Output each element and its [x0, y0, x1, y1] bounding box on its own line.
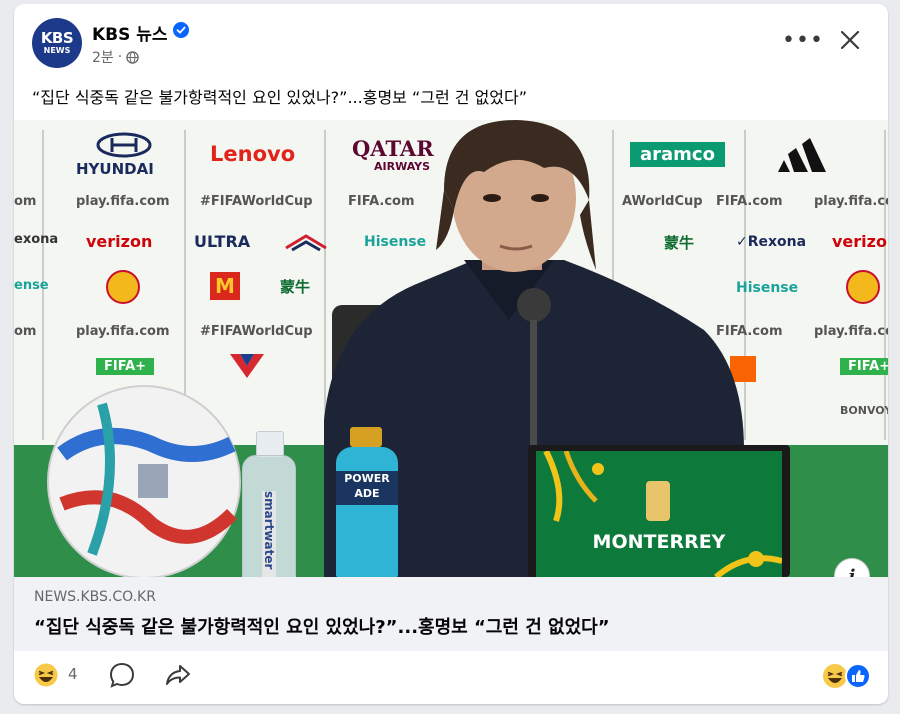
- playfifa-text-2: play.fifa.com: [814, 194, 888, 209]
- laptop-screen: MONTERREY: [536, 451, 782, 577]
- post-text: “집단 식중독 같은 불가항력적인 요인 있었나?”...홍명보 “그런 건 없…: [32, 88, 528, 107]
- avatar[interactable]: KBS NEWS: [32, 18, 82, 68]
- more-options-button[interactable]: •••: [782, 26, 823, 54]
- link-title: “집단 식중독 같은 불가항력적인 요인 있었나?”...홍명보 “그런 건 없…: [34, 617, 610, 638]
- verified-badge-icon: [173, 22, 189, 38]
- water-bottle-label: smartwater: [262, 491, 276, 577]
- link-domain: NEWS.KBS.CO.KR: [34, 589, 156, 605]
- hisense-partial-logo: ense: [14, 278, 49, 293]
- fifa-plus-logo-2: FIFA+: [840, 358, 888, 375]
- verizon-logo-2: verizon: [832, 232, 888, 251]
- lenovo-logo: Lenovo: [210, 142, 296, 166]
- mcdonalds-logo-icon: M: [210, 272, 240, 300]
- laptop-screen-text: MONTERREY: [592, 531, 726, 553]
- bonvoy-logo: BONVOY: [840, 404, 888, 417]
- hisense-logo-2: Hisense: [736, 280, 799, 296]
- om-text-2: om: [14, 324, 37, 339]
- playfifa-text-4: play.fifa.com: [814, 324, 888, 339]
- reaction-summary-icons[interactable]: [822, 663, 872, 689]
- share-icon[interactable]: [164, 661, 192, 689]
- avatar-logo-subtext: NEWS: [43, 46, 71, 55]
- link-preview[interactable]: NEWS.KBS.CO.KR “집단 식중독 같은 불가항력적인 요인 있었나?…: [14, 577, 888, 651]
- valvoline-logo-icon: [230, 354, 264, 378]
- close-icon: [840, 30, 860, 50]
- comment-icon[interactable]: [108, 661, 136, 689]
- fifa-worldcup-hashtag-2: #FIFAWorldCup: [200, 324, 313, 339]
- close-button[interactable]: [834, 24, 866, 56]
- powerade-label: POWER ADE: [336, 471, 398, 505]
- hyundai-emblem-icon: [96, 132, 152, 158]
- om-text: om: [14, 194, 37, 209]
- laptop: MONTERREY: [528, 445, 790, 577]
- lays-logo-icon-2: [846, 270, 880, 304]
- meta-separator: ·: [117, 49, 123, 65]
- ultra-logo: ULTRA: [194, 232, 251, 251]
- fifa-worldcup-hashtag: #FIFAWorldCup: [200, 194, 313, 209]
- post-card: KBS NEWS KBS 뉴스 2분 · ••• “집단 식중독 같은 불가항력…: [14, 4, 888, 704]
- lays-logo-icon: [106, 270, 140, 304]
- post-header: KBS NEWS KBS 뉴스 2분 · •••: [14, 4, 888, 74]
- rexona-logo: ✓Rexona: [736, 234, 807, 250]
- reaction-count[interactable]: 4: [68, 665, 78, 683]
- playfifa-text-3: play.fifa.com: [76, 324, 170, 339]
- football-icon: [47, 385, 241, 577]
- fifa-plus-logo: FIFA+: [96, 358, 155, 375]
- action-bar: 4: [14, 651, 888, 704]
- avatar-logo-text: KBS: [40, 29, 74, 47]
- adidas-logo-icon: [778, 138, 826, 172]
- water-bottle: smartwater: [240, 431, 298, 577]
- powerade-bottle: POWER ADE: [336, 427, 398, 577]
- verizon-logo: verizon: [86, 232, 153, 251]
- page-name-link[interactable]: KBS 뉴스: [92, 20, 168, 45]
- playfifa-text: play.fifa.com: [76, 194, 170, 209]
- haha-reaction-icon[interactable]: [34, 663, 58, 687]
- post-meta: 2분 ·: [92, 47, 139, 67]
- hyundai-logo: HYUNDAI: [76, 160, 154, 178]
- laptop-screen-pattern: [543, 451, 782, 577]
- post-time-link[interactable]: 2분: [92, 47, 114, 67]
- post-photo[interactable]: HYUNDAI Lenovo QATAR AIRWAYS aramco om p…: [14, 120, 888, 577]
- divider: [884, 130, 886, 440]
- rexona-text: exona: [14, 232, 59, 247]
- globe-icon[interactable]: [126, 50, 139, 64]
